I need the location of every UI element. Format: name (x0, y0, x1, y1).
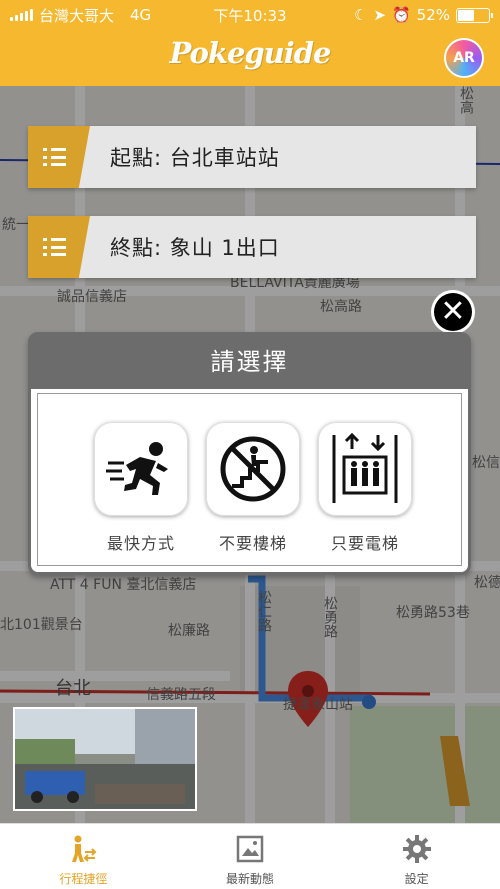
tab-settings-label: 設定 (404, 872, 429, 886)
tab-news-label: 最新動態 (226, 872, 275, 886)
alarm-icon: ⏰ (391, 6, 411, 24)
route-option-dialog: 請選擇 最快方式 不要樓梯 只要電梯 (28, 332, 471, 575)
option-no-stairs[interactable]: 不要樓梯 (206, 422, 300, 554)
end-point-bar[interactable]: 終點: 象山 1出口 (28, 216, 476, 278)
running-person-icon (106, 442, 168, 495)
app-header: Pokeguide AR (0, 30, 500, 86)
ar-button-label: AR (453, 50, 475, 66)
tab-settings[interactable]: 設定 (333, 824, 500, 889)
location-icon: ➤ (373, 6, 386, 24)
app-logo: Pokeguide (169, 36, 331, 70)
street-view-image (15, 709, 195, 804)
carrier-name: 台灣大哥大 (39, 6, 115, 25)
close-button[interactable]: ✕ (431, 290, 475, 334)
list-icon (28, 216, 90, 278)
status-bar: 台灣大哥大 4G 下午10:33 ☾ ➤ ⏰ 52% (0, 0, 500, 30)
elevator-icon (332, 432, 398, 503)
status-time: 下午10:33 (213, 6, 287, 25)
tab-route[interactable]: 行程捷徑 (0, 824, 167, 889)
dialog-title: 請選擇 (31, 335, 468, 389)
battery-percent: 52% (416, 6, 450, 24)
option-fastest-label: 最快方式 (106, 534, 175, 553)
battery-icon (456, 7, 493, 23)
network-type: 4G (130, 6, 152, 24)
end-point-text: 終點: 象山 1出口 (110, 236, 280, 260)
dialog-body: 最快方式 不要樓梯 只要電梯 (37, 393, 462, 566)
start-point-text: 起點: 台北車站站 (110, 146, 280, 170)
bottom-tab-bar: 行程捷徑 最新動態 設定 (0, 823, 500, 889)
option-fastest[interactable]: 最快方式 (94, 422, 188, 554)
no-stairs-icon (220, 436, 286, 502)
moon-icon: ☾ (353, 6, 368, 24)
start-point-bar[interactable]: 起點: 台北車站站 (28, 126, 476, 188)
tab-route-label: 行程捷徑 (59, 872, 108, 886)
close-icon: ✕ (434, 293, 472, 331)
route-person-icon (72, 835, 97, 862)
option-elevator-only-label: 只要電梯 (330, 534, 399, 553)
signal-icon (10, 9, 33, 21)
option-elevator-only[interactable]: 只要電梯 (318, 422, 412, 554)
street-view-thumbnail[interactable] (13, 707, 197, 811)
list-icon (28, 126, 90, 188)
option-no-stairs-label: 不要樓梯 (218, 534, 287, 553)
ar-button[interactable]: AR (444, 38, 484, 78)
news-image-icon (236, 835, 264, 863)
tab-news[interactable]: 最新動態 (167, 824, 334, 889)
gear-icon (402, 835, 431, 863)
